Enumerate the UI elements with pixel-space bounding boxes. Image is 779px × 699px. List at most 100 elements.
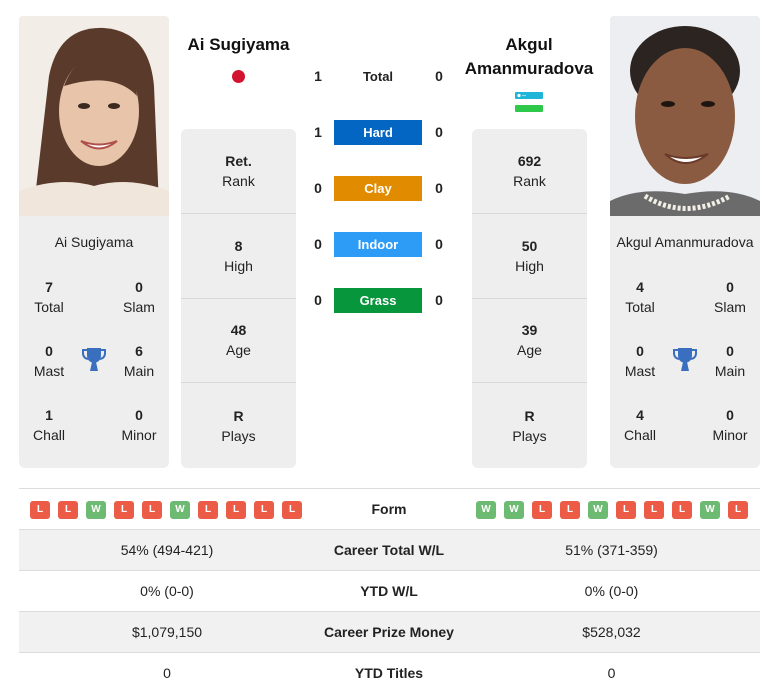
- player2-form-badge-loss[interactable]: L: [616, 501, 636, 519]
- title-label: Mast: [624, 363, 656, 379]
- stat-value: R: [524, 407, 535, 424]
- player2-form-badge-loss[interactable]: L: [532, 501, 552, 519]
- stat-value: 50: [521, 237, 538, 254]
- player2-minor-titles: 0 Minor: [700, 405, 760, 445]
- stat-label: Age: [517, 342, 542, 359]
- player2-form-badge-win[interactable]: W: [588, 501, 608, 519]
- title-label: Minor: [121, 427, 157, 443]
- surface-badge-hard[interactable]: Hard: [334, 120, 422, 145]
- stat-label: Plays: [221, 427, 256, 444]
- h2h-clay-row: 0 Clay 0: [300, 176, 460, 201]
- title-count: 0: [135, 407, 143, 423]
- player2-form-badge-loss[interactable]: L: [644, 501, 664, 519]
- title-label: Slam: [714, 299, 746, 315]
- title-count: 0: [726, 343, 734, 359]
- h2h-p1-count: 1: [314, 124, 322, 140]
- player2-slam-titles: 0 Slam: [700, 277, 760, 317]
- title-count: 0: [726, 407, 734, 423]
- row-label: YTD Titles: [354, 665, 424, 681]
- h2h-p2-count: 0: [435, 124, 443, 140]
- h2h-p1-count: 0: [314, 236, 322, 252]
- title-label: Minor: [712, 427, 748, 443]
- player1-form-badge-loss[interactable]: L: [282, 501, 302, 519]
- player2-form-badge-loss[interactable]: L: [560, 501, 580, 519]
- title-label: Mast: [33, 363, 65, 379]
- surface-badge-grass[interactable]: Grass: [334, 288, 422, 313]
- h2h-p1-count: 0: [314, 180, 322, 196]
- player1-portrait-image: [19, 16, 169, 216]
- form-row: LLWLLWLLLL Form WWLLWLLLWL: [19, 488, 760, 529]
- player1-form-badge-win[interactable]: W: [86, 501, 106, 519]
- player2-portrait-image: [610, 16, 760, 216]
- table-row-ytd-titles: 0 YTD Titles 0: [19, 652, 760, 693]
- row-label: Career Total W/L: [333, 542, 445, 558]
- stat-label: High: [224, 257, 253, 274]
- player1-form-badge-loss[interactable]: L: [226, 501, 246, 519]
- title-label: Slam: [123, 299, 155, 315]
- player2-card-name[interactable]: Akgul Amanmuradova: [610, 234, 760, 250]
- player1-card-name[interactable]: Ai Sugiyama: [19, 234, 169, 250]
- stat-label: Rank: [513, 172, 546, 189]
- player1-value: 0: [163, 665, 171, 681]
- player1-form-badge-loss[interactable]: L: [58, 501, 78, 519]
- player2-high-stat: 50 High: [472, 214, 587, 299]
- stat-label: Plays: [512, 427, 547, 444]
- h2h-p2-count: 0: [435, 292, 443, 308]
- player1-form-badge-loss[interactable]: L: [114, 501, 134, 519]
- player2-form-badge-win[interactable]: W: [504, 501, 524, 519]
- player1-name[interactable]: Ai Sugiyama: [181, 33, 296, 57]
- title-label: Main: [123, 363, 155, 379]
- h2h-indoor-row: 0 Indoor 0: [300, 232, 460, 257]
- player2-chall-titles: 4 Chall: [610, 405, 670, 445]
- stat-value: 39: [521, 322, 538, 339]
- player2-form-badge-loss[interactable]: L: [728, 501, 748, 519]
- player1-form-badge-loss[interactable]: L: [254, 501, 274, 519]
- player2-form-badge-win[interactable]: W: [700, 501, 720, 519]
- title-count: 0: [135, 279, 143, 295]
- h2h-p2-count: 0: [435, 68, 443, 84]
- surface-badge-indoor[interactable]: Indoor: [334, 232, 422, 257]
- player2-rank-stat: 692 Rank: [472, 129, 587, 214]
- player1-age-stat: 48 Age: [181, 299, 296, 384]
- title-count: 0: [45, 343, 53, 359]
- player1-form-badge-win[interactable]: W: [170, 501, 190, 519]
- player1-form-badge-loss[interactable]: L: [30, 501, 50, 519]
- h2h-grass-row: 0 Grass 0: [300, 288, 460, 313]
- player1-rank-stat: Ret. Rank: [181, 129, 296, 214]
- player1-stats-panel: Ret. Rank 8 High 48 Age R Plays: [181, 129, 296, 468]
- player1-minor-titles: 0 Minor: [109, 405, 169, 445]
- title-count: 7: [45, 279, 53, 295]
- title-count: 1: [45, 407, 53, 423]
- title-count: 0: [726, 279, 734, 295]
- h2h-total-row: 1 Total 0: [300, 64, 460, 88]
- surface-badge-clay[interactable]: Clay: [334, 176, 422, 201]
- player2-age-stat: 39 Age: [472, 299, 587, 384]
- player1-plays-stat: R Plays: [181, 383, 296, 468]
- form-label: Form: [371, 501, 407, 517]
- comparison-table: LLWLLWLLLL Form WWLLWLLLWL 54% (494-421)…: [19, 488, 760, 693]
- row-label: YTD W/L: [360, 583, 418, 599]
- table-row-career-wl: 54% (494-421) Career Total W/L 51% (371-…: [19, 529, 760, 570]
- player1-high-stat: 8 High: [181, 214, 296, 299]
- title-label: Main: [714, 363, 746, 379]
- player1-slam-titles: 0 Slam: [109, 277, 169, 317]
- h2h-hard-row: 1 Hard 0: [300, 120, 460, 145]
- player2-photo: [610, 16, 760, 216]
- player2-name[interactable]: Akgul Amanmuradova: [450, 33, 608, 81]
- player1-form-badge-loss[interactable]: L: [142, 501, 162, 519]
- player2-form-badge-loss[interactable]: L: [672, 501, 692, 519]
- player2-total-titles: 4 Total: [610, 277, 670, 317]
- stat-value: 48: [230, 322, 247, 339]
- title-count: 6: [135, 343, 143, 359]
- title-count: 0: [636, 343, 644, 359]
- player1-chall-titles: 1 Chall: [19, 405, 79, 445]
- player1-form-badge-loss[interactable]: L: [198, 501, 218, 519]
- title-label: Total: [625, 299, 655, 315]
- player1-total-titles: 7 Total: [19, 277, 79, 317]
- trophy-icon: [673, 348, 697, 371]
- h2h-p2-count: 0: [435, 236, 443, 252]
- player2-value: 0: [607, 665, 616, 681]
- player2-value: 51% (371-359): [565, 542, 658, 558]
- player2-form-badge-win[interactable]: W: [476, 501, 496, 519]
- player2-plays-stat: R Plays: [472, 383, 587, 468]
